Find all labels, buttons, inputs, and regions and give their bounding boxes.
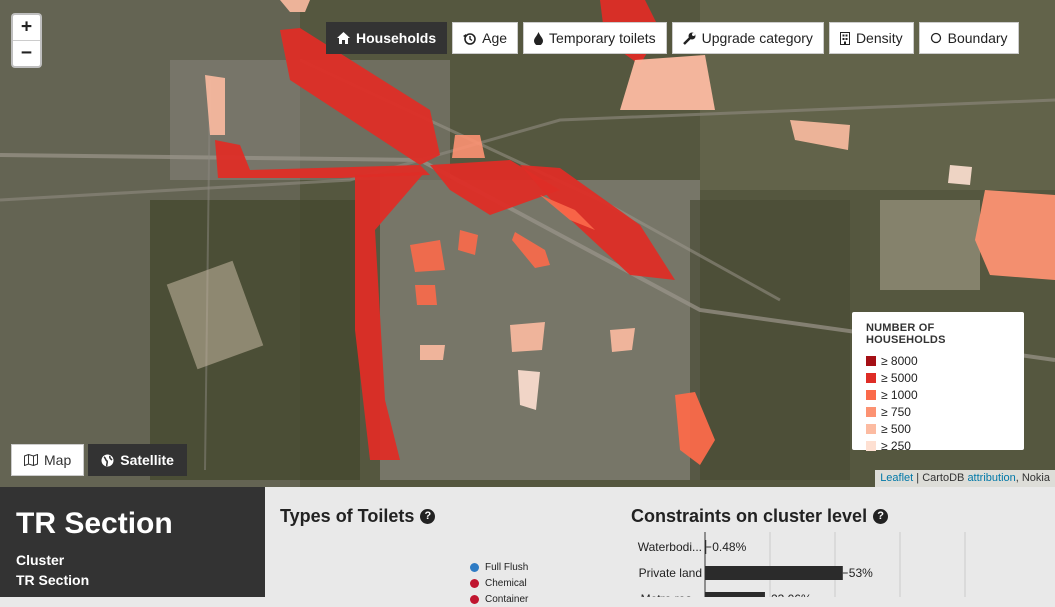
toilet-legend-item: Chemical	[470, 575, 528, 591]
zoom-control: + −	[11, 13, 42, 68]
toilet-legend-label: Container	[485, 593, 529, 605]
legend-swatch	[866, 440, 876, 451]
layer-households-button[interactable]: Households	[326, 22, 448, 54]
bar-value-label: 0.48%	[712, 540, 746, 554]
map-attribution: Leaflet | CartoDB attribution, Nokia	[875, 470, 1055, 487]
bar-value-label: 53%	[849, 566, 873, 580]
layer-temporary-toilets-label: Temporary toilets	[549, 30, 656, 46]
toilet-legend-item: Full Flush	[470, 559, 528, 575]
layer-boundary-label: Boundary	[947, 30, 1008, 46]
toilet-legend-dot	[470, 562, 479, 572]
legend-item: ≥ 8000	[866, 352, 1010, 369]
bar[interactable]	[705, 540, 707, 554]
legend-label: ≥ 250	[881, 438, 911, 453]
building-icon	[839, 31, 850, 45]
households-legend: NUMBER OF HOUSEHOLDS ≥ 8000 ≥ 5000 ≥ 1000 ≥…	[852, 312, 1024, 453]
legend-swatch	[866, 355, 876, 366]
legend-swatch	[866, 389, 876, 400]
legend-item: ≥ 750	[866, 403, 1010, 420]
bar-category-label: Metro roa...	[641, 592, 702, 597]
layer-density-button[interactable]: Density	[828, 22, 914, 54]
layer-age-label: Age	[482, 30, 508, 46]
basemap-map-button[interactable]: Map	[11, 444, 85, 476]
legend-label: ≥ 5000	[881, 370, 918, 385]
attribution-tail: , Nokia	[1015, 472, 1050, 484]
layer-density-label: Density	[855, 30, 903, 46]
toilet-legend-item: Container	[470, 591, 528, 607]
layer-upgrade-category-label: Upgrade category	[701, 30, 813, 46]
cartodb-attribution-link[interactable]: attribution	[967, 472, 1015, 484]
help-icon[interactable]: ?	[873, 509, 889, 524]
map-icon	[24, 454, 38, 466]
basemap-switcher: Map Satellite	[11, 444, 187, 476]
toilet-legend-dot	[470, 578, 479, 588]
attribution-sep: | CartoDB	[913, 472, 968, 484]
legend-item: ≥ 5000	[866, 369, 1010, 386]
toilet-legend-label: Chemical	[485, 577, 527, 589]
legend-swatch	[866, 423, 876, 434]
legend-label: ≥ 750	[881, 404, 911, 419]
constraints-heading-text: Constraints on cluster level	[631, 506, 868, 526]
cluster-title: TR Section	[16, 507, 173, 540]
layer-temporary-toilets-button[interactable]: Temporary toilets	[523, 22, 667, 54]
leaflet-link[interactable]: Leaflet	[880, 472, 913, 484]
map-view[interactable]: + − Households Age Temporary toilets Upg…	[0, 0, 1055, 487]
legend-item: ≥ 500	[866, 420, 1010, 437]
layer-toolbar: Households Age Temporary toilets Upgrade…	[326, 22, 1019, 54]
toilet-legend-label: Full Flush	[485, 561, 529, 573]
constraints-bar-chart: Waterbodi... 0.48% Private land 53% Metro ro…	[638, 532, 966, 597]
help-icon[interactable]: ?	[420, 509, 436, 524]
legend-label: ≥ 1000	[881, 387, 918, 402]
layer-upgrade-category-button[interactable]: Upgrade category	[671, 22, 824, 54]
basemap-map-label: Map	[44, 452, 72, 468]
globe-icon	[101, 454, 114, 466]
toilets-heading-text: Types of Toilets	[280, 506, 415, 526]
legend-item: ≥ 1000	[866, 386, 1010, 403]
cluster-panel: TR Section Cluster TR Section	[0, 487, 265, 597]
legend-title: NUMBER OF HOUSEHOLDS	[866, 322, 946, 346]
circle-icon	[930, 32, 941, 44]
toilets-heading: Types of Toilets ?	[280, 506, 436, 527]
basemap-satellite-button[interactable]: Satellite	[88, 444, 187, 476]
bar[interactable]	[705, 566, 843, 580]
legend-swatch	[866, 372, 876, 383]
legend-label: ≥ 8000	[881, 353, 918, 368]
legend-label: ≥ 500	[881, 421, 911, 436]
legend-item: ≥ 250	[866, 437, 1010, 454]
basemap-satellite-label: Satellite	[120, 452, 174, 468]
layer-age-button[interactable]: Age	[452, 22, 519, 54]
drop-icon	[534, 31, 544, 45]
bar-category-label: Waterbodi...	[638, 540, 702, 554]
wrench-icon	[682, 32, 696, 45]
cluster-name-label: TR Section	[16, 572, 90, 588]
cluster-type-label: Cluster	[16, 552, 65, 568]
legend-swatch	[866, 406, 876, 417]
bar-category-label: Private land	[639, 566, 702, 580]
layer-boundary-button[interactable]: Boundary	[918, 22, 1019, 54]
home-icon	[337, 32, 350, 44]
bar-value-label: 23.06%	[771, 592, 812, 597]
constraints-heading: Constraints on cluster level ?	[631, 506, 889, 527]
bar[interactable]	[705, 592, 765, 597]
zoom-in-button[interactable]: +	[13, 15, 40, 41]
zoom-out-button[interactable]: −	[13, 41, 40, 66]
toilet-legend-dot	[470, 594, 479, 604]
history-icon	[463, 32, 476, 45]
layer-households-label: Households	[356, 30, 437, 46]
toilets-legend: Full Flush Chemical Container	[470, 559, 528, 607]
